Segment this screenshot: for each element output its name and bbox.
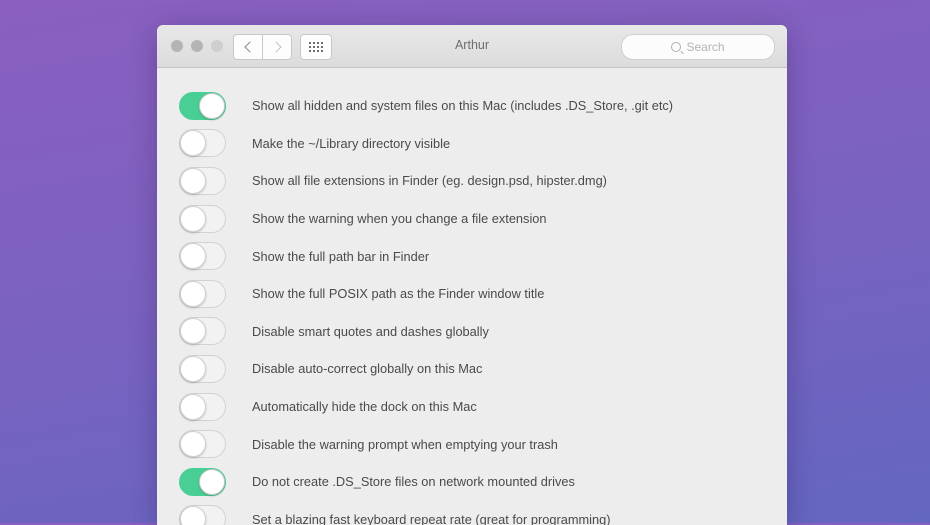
setting-label: Show the full path bar in Finder [252, 248, 430, 264]
grid-view-icon [309, 42, 323, 52]
setting-row: Show the warning when you change a file … [179, 200, 787, 238]
setting-row: Make the ~/Library directory visible [179, 125, 787, 163]
setting-toggle[interactable] [179, 430, 226, 459]
setting-row: Automatically hide the dock on this Mac [179, 388, 787, 426]
setting-label: Set a blazing fast keyboard repeat rate … [252, 511, 611, 525]
search-field[interactable]: Search [621, 34, 775, 60]
setting-label: Show all file extensions in Finder (eg. … [252, 173, 607, 189]
setting-label: Automatically hide the dock on this Mac [252, 399, 477, 415]
setting-toggle[interactable] [179, 129, 226, 158]
setting-label: Make the ~/Library directory visible [252, 135, 451, 151]
chevron-right-icon [269, 41, 282, 53]
setting-toggle[interactable] [179, 354, 226, 383]
toggle-knob [199, 468, 225, 495]
toggle-knob [180, 280, 206, 307]
back-button[interactable] [233, 34, 262, 60]
settings-list: Show all hidden and system files on this… [157, 68, 787, 525]
setting-label: Show the warning when you change a file … [252, 211, 547, 227]
toggle-knob [180, 167, 206, 194]
toggle-knob [199, 92, 225, 119]
setting-toggle[interactable] [179, 392, 226, 421]
search-placeholder: Search [686, 40, 725, 54]
setting-row: Disable smart quotes and dashes globally [179, 313, 787, 351]
chevron-left-icon [243, 41, 256, 53]
minimize-button[interactable] [191, 40, 203, 52]
setting-label: Show all hidden and system files on this… [252, 98, 674, 114]
setting-label: Show the full POSIX path as the Finder w… [252, 286, 545, 302]
setting-row: Set a blazing fast keyboard repeat rate … [179, 501, 787, 525]
setting-row: Show all file extensions in Finder (eg. … [179, 162, 787, 200]
setting-label: Disable the warning prompt when emptying… [252, 436, 558, 452]
setting-label: Disable smart quotes and dashes globally [252, 323, 489, 339]
grid-view-button[interactable] [300, 34, 332, 60]
setting-row: Disable auto-correct globally on this Ma… [179, 350, 787, 388]
setting-toggle[interactable] [179, 467, 226, 496]
setting-row: Do not create .DS_Store files on network… [179, 463, 787, 501]
setting-row: Show all hidden and system files on this… [179, 87, 787, 125]
navigation-button-group [233, 34, 292, 60]
toggle-knob [180, 393, 206, 420]
toggle-knob [180, 130, 206, 157]
setting-toggle[interactable] [179, 91, 226, 120]
setting-row: Show the full path bar in Finder [179, 237, 787, 275]
setting-toggle[interactable] [179, 279, 226, 308]
toggle-knob [180, 243, 206, 270]
window-titlebar[interactable]: Arthur Search [157, 25, 787, 68]
zoom-button[interactable] [211, 40, 223, 52]
setting-toggle[interactable] [179, 166, 226, 195]
setting-toggle[interactable] [179, 505, 226, 525]
toggle-knob [180, 318, 206, 345]
close-button[interactable] [171, 40, 183, 52]
forward-button[interactable] [262, 34, 292, 60]
toggle-knob [180, 205, 206, 232]
setting-toggle[interactable] [179, 242, 226, 271]
search-icon [671, 42, 682, 52]
setting-label: Disable auto-correct globally on this Ma… [252, 361, 483, 377]
toggle-knob [180, 431, 206, 458]
setting-row: Disable the warning prompt when emptying… [179, 425, 787, 463]
toggle-knob [180, 506, 206, 525]
setting-label: Do not create .DS_Store files on network… [252, 474, 575, 490]
setting-row: Show the full POSIX path as the Finder w… [179, 275, 787, 313]
app-window: Arthur Search Show all hidden and system… [157, 25, 787, 525]
traffic-light-group [171, 40, 223, 52]
toggle-knob [180, 355, 206, 382]
setting-toggle[interactable] [179, 317, 226, 346]
setting-toggle[interactable] [179, 204, 226, 233]
